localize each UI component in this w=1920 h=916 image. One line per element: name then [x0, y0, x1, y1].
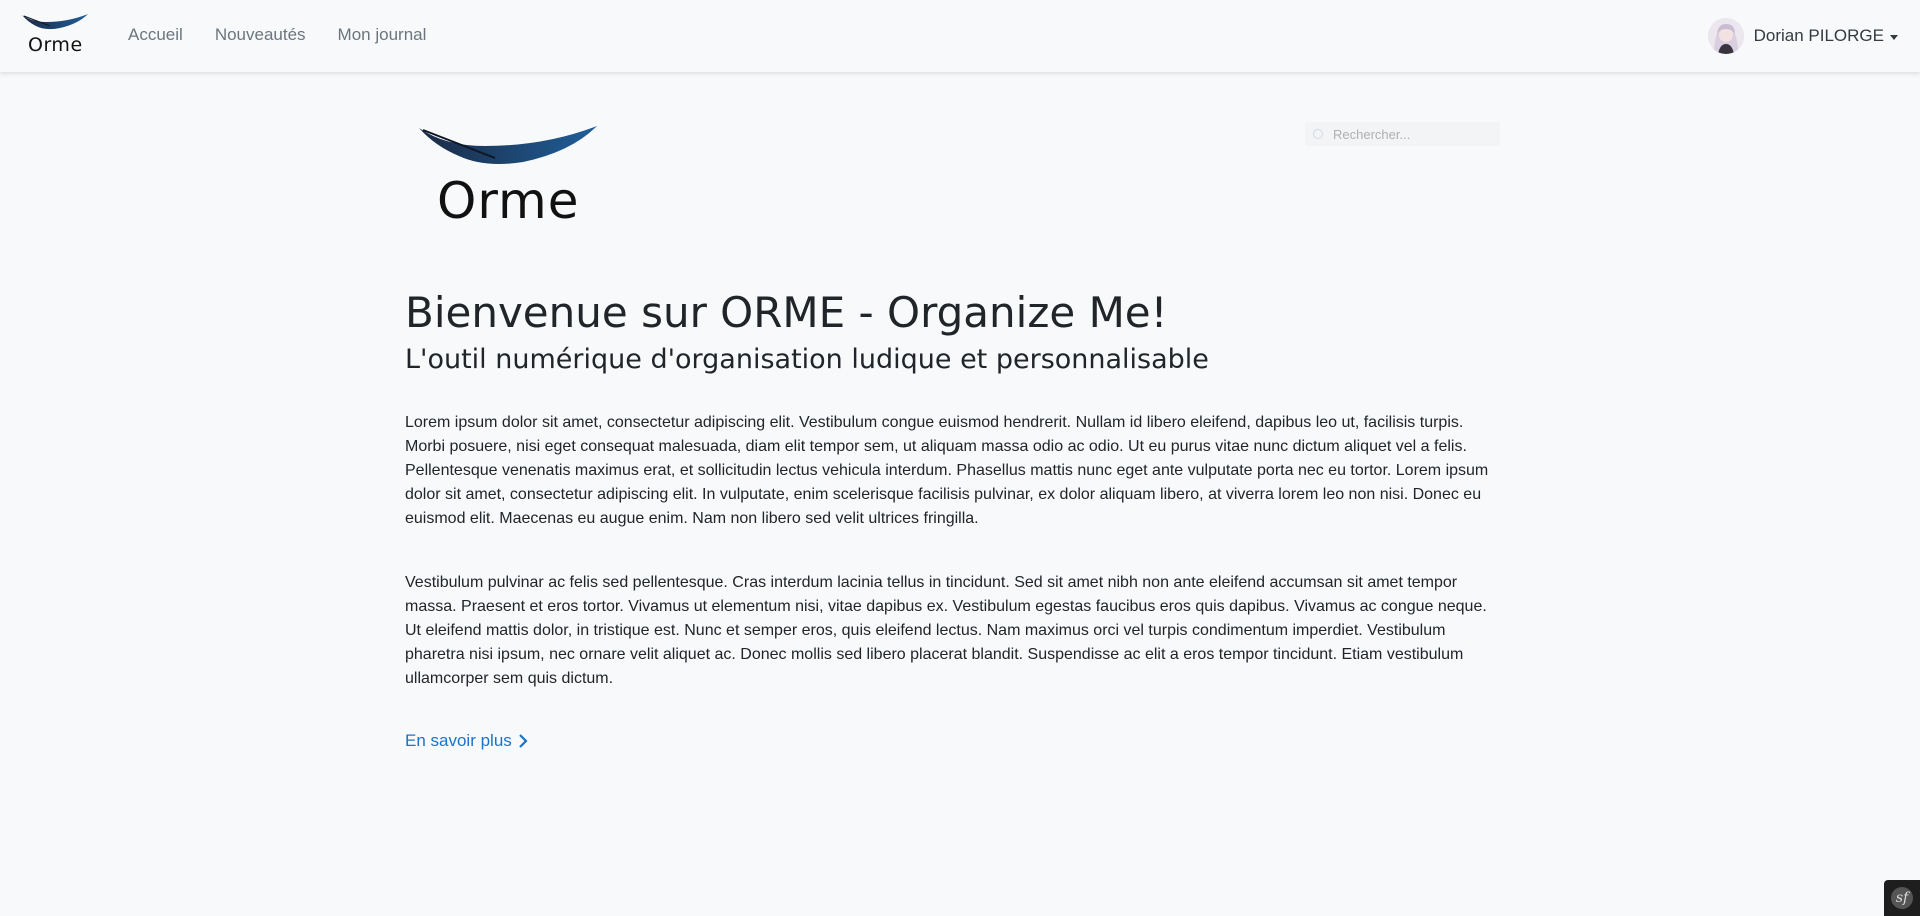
- brand-logo[interactable]: Orme: [20, 12, 90, 60]
- search-field[interactable]: [1305, 122, 1500, 146]
- learn-more-link[interactable]: En savoir plus: [405, 731, 528, 751]
- brand-text: Orme: [28, 34, 83, 56]
- main-nav: Accueil Nouveautés Mon journal: [128, 25, 426, 45]
- nav-link-mon-journal[interactable]: Mon journal: [338, 25, 427, 45]
- feather-logo-icon: [22, 14, 88, 30]
- avatar: [1707, 18, 1744, 54]
- chevron-right-icon: [519, 734, 528, 748]
- learn-more-label: En savoir plus: [405, 731, 512, 750]
- user-menu-toggle[interactable]: Dorian PILORGE: [1707, 16, 1898, 56]
- top-navbar: Orme Accueil Nouveautés Mon journal Dori…: [0, 0, 1920, 72]
- hero-logo: Orme: [415, 122, 605, 242]
- symfony-toolbar-toggle[interactable]: sf: [1884, 880, 1920, 916]
- hero-logo-text: Orme: [437, 172, 580, 230]
- intro-paragraph: Vestibulum pulvinar ac felis sed pellent…: [405, 574, 1487, 687]
- symfony-toolbar-icon: sf: [1891, 887, 1913, 909]
- page-subtitle: L'outil numérique d'organisation ludique…: [405, 344, 1209, 375]
- nav-link-nouveautes[interactable]: Nouveautés: [215, 25, 306, 45]
- caret-down-icon: [1890, 34, 1898, 40]
- page-title: Bienvenue sur ORME - Organize Me!: [405, 288, 1168, 337]
- search-input[interactable]: [1331, 125, 1485, 143]
- user-name: Dorian PILORGE: [1753, 26, 1884, 45]
- search-icon: [1313, 129, 1323, 139]
- nav-link-accueil[interactable]: Accueil: [128, 25, 183, 45]
- intro-paragraph: Lorem ipsum dolor sit amet, consectetur …: [405, 414, 1489, 527]
